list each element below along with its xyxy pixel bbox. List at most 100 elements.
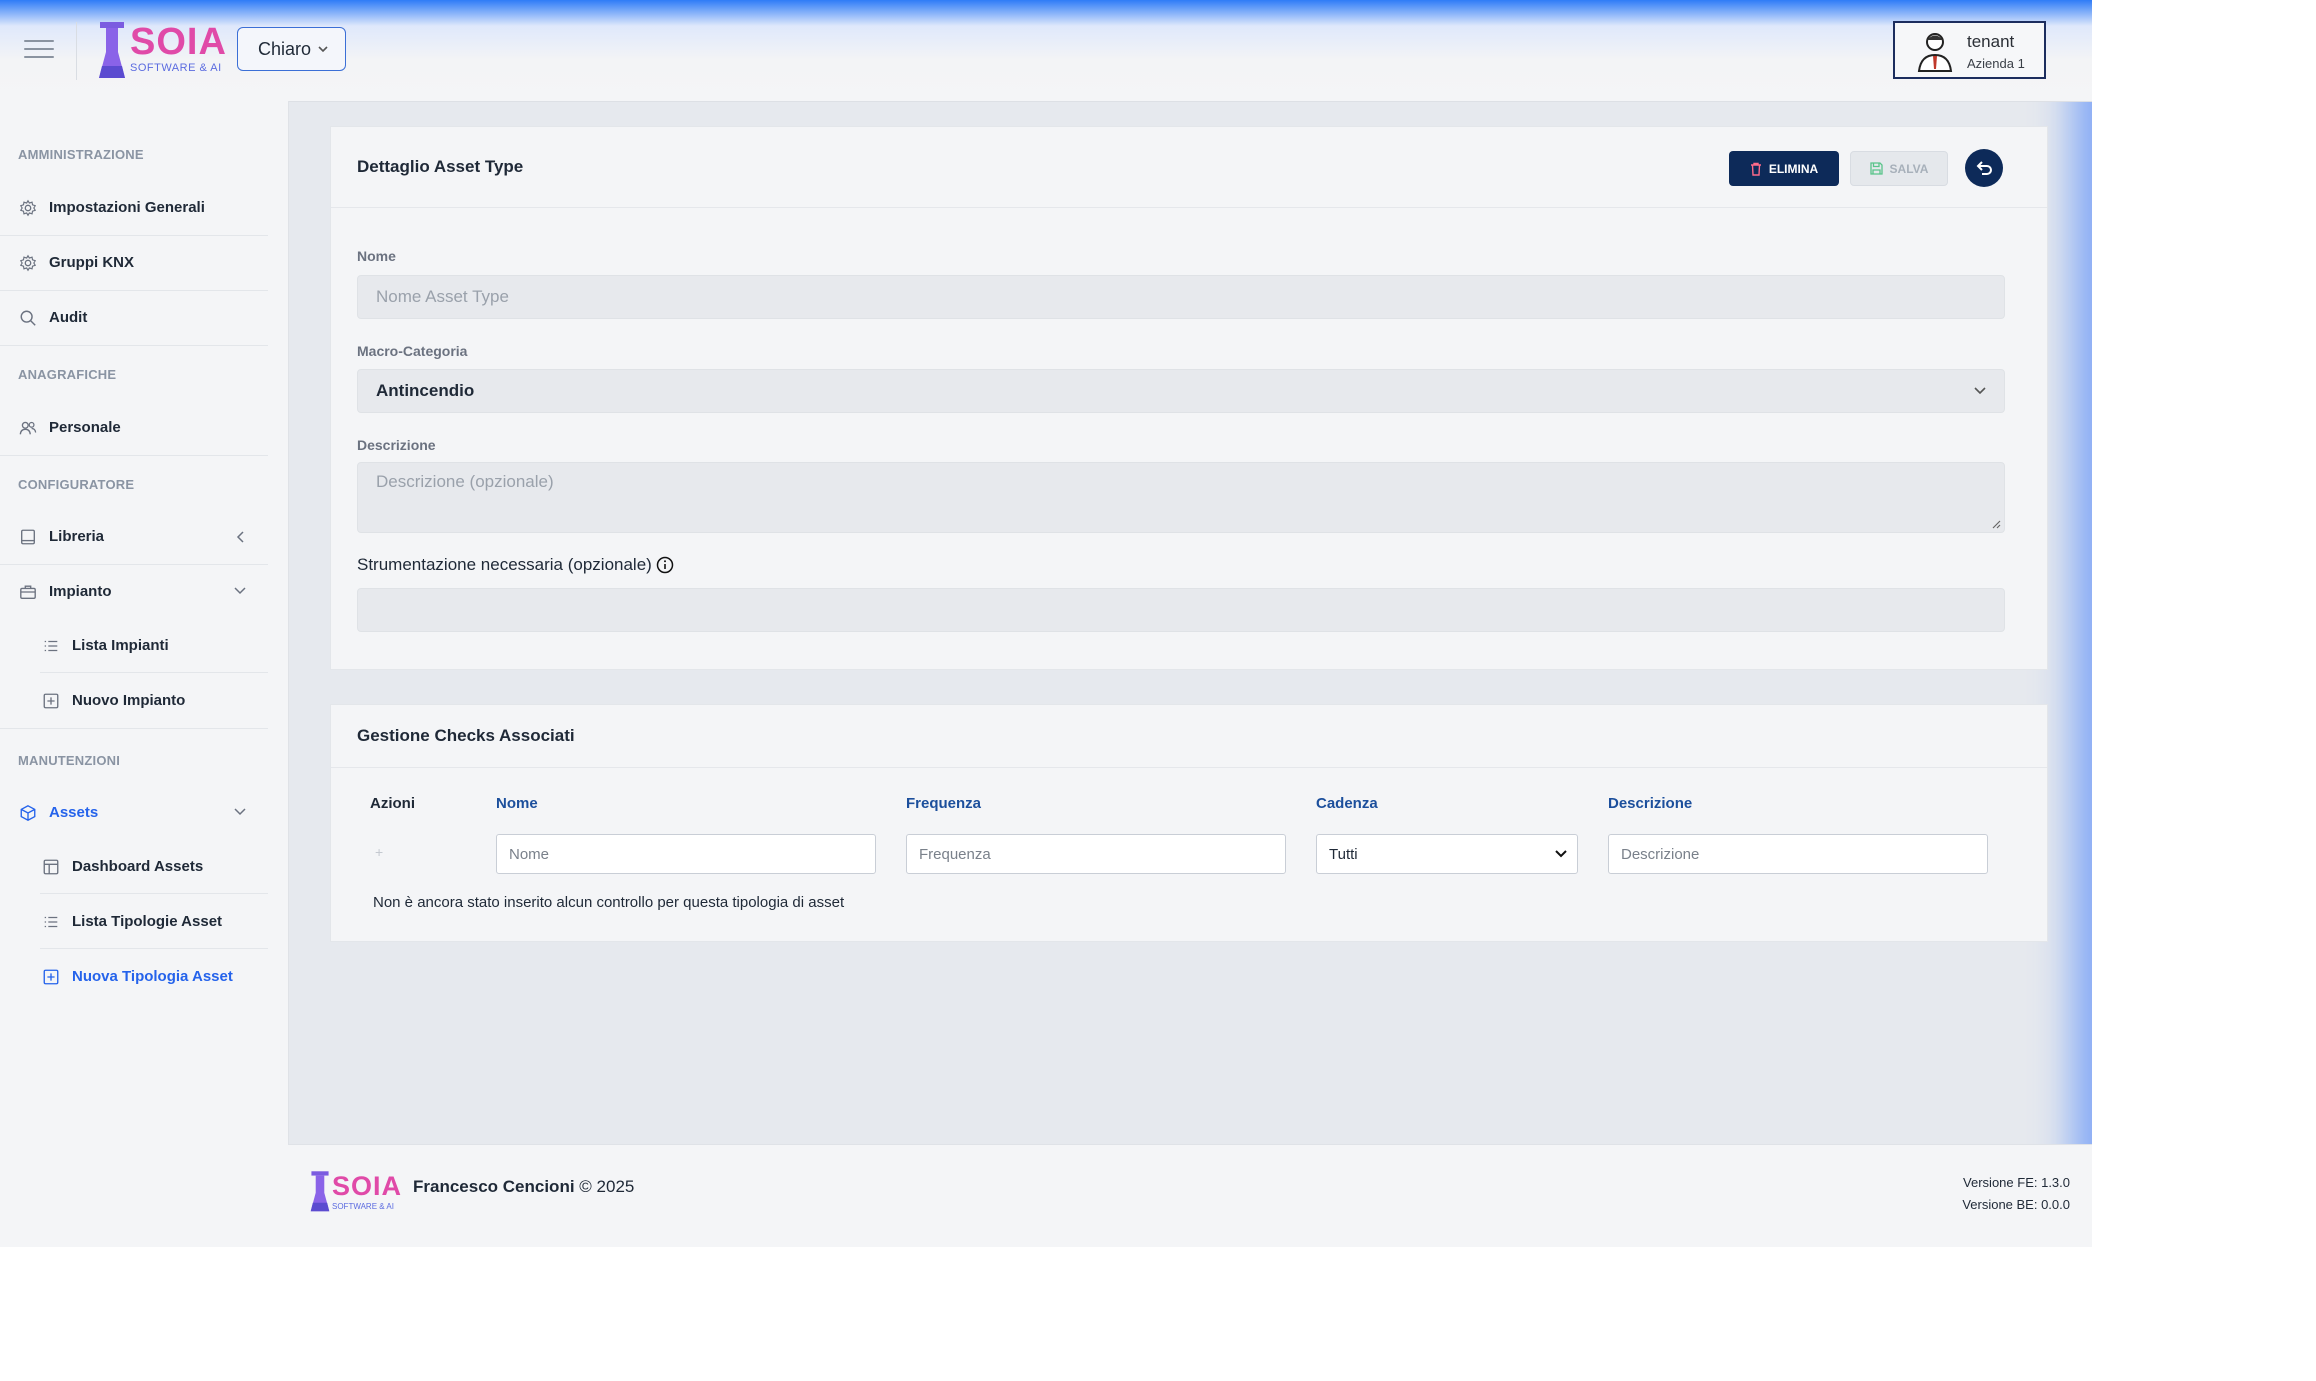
delete-button-label: ELIMINA [1768, 161, 1819, 176]
info-icon[interactable] [656, 556, 674, 574]
plus-square-icon [43, 969, 59, 985]
gear-icon [19, 199, 37, 217]
version-be: Versione BE: 0.0.0 [1962, 1197, 2070, 1212]
sidebar-item-label: Gruppi KNX [49, 254, 134, 271]
filter-frequenza-placeholder: Frequenza [919, 845, 991, 863]
layout-icon [43, 859, 59, 875]
divider [76, 22, 77, 80]
sidebar-item-personale[interactable]: Personale [0, 401, 268, 456]
user-menu[interactable]: tenant Azienda 1 [1893, 21, 2046, 79]
theme-select-value: Chiaro [258, 38, 312, 59]
flask-icon [99, 22, 125, 78]
sidebar-item-libreria[interactable]: Libreria [0, 510, 268, 565]
sidebar-item-impostazioni[interactable]: Impostazioni Generali [0, 181, 268, 236]
save-button[interactable]: SALVA [1850, 151, 1948, 186]
sidebar-item-lista-tipologie[interactable]: Lista Tipologie Asset [0, 895, 268, 949]
column-header-cadenza[interactable]: Cadenza [1316, 795, 1378, 812]
filter-cadenza-select[interactable]: Tutti [1316, 834, 1578, 874]
sidebar-item-impianto[interactable]: Impianto [0, 565, 268, 619]
macro-categoria-label: Macro-Categoria [357, 343, 468, 359]
card-header: Gestione Checks Associati [331, 705, 2047, 768]
resize-grip-icon[interactable] [1991, 519, 2001, 529]
asset-type-detail-card: Dettaglio Asset Type ELIMINA SALVA Nome … [330, 126, 2048, 670]
checks-card: Gestione Checks Associati Azioni Nome Fr… [330, 704, 2048, 942]
divider [40, 948, 268, 949]
strumentazione-input[interactable] [357, 588, 2005, 632]
avatar-icon [1917, 33, 1953, 72]
save-icon [1869, 162, 1883, 175]
add-check-button[interactable]: + [375, 844, 383, 860]
list-icon [44, 640, 58, 652]
sidebar-item-nuovo-impianto[interactable]: Nuovo Impianto [0, 674, 268, 729]
section-title-configuratore: CONFIGURATORE [18, 477, 135, 492]
chevron-left-icon [236, 531, 244, 543]
delete-button[interactable]: ELIMINA [1729, 151, 1839, 186]
sidebar-item-label: Lista Impianti [72, 637, 169, 654]
book-icon [21, 529, 35, 545]
sidebar-item-assets[interactable]: Assets [0, 786, 268, 840]
descrizione-label: Descrizione [357, 437, 436, 453]
list-icon [44, 916, 58, 928]
filter-descrizione-input[interactable]: Descrizione [1608, 834, 1988, 874]
filter-nome-input[interactable]: Nome [496, 834, 876, 874]
nome-input[interactable]: Nome Asset Type [357, 275, 2005, 319]
sidebar-item-gruppi-knx[interactable]: Gruppi KNX [0, 236, 268, 291]
footer-logo-text: SOIA [332, 1171, 403, 1201]
sidebar-item-label: Nuovo Impianto [72, 692, 186, 709]
author-name: Francesco Cencioni [413, 1177, 575, 1196]
theme-select[interactable]: Chiaro [237, 27, 346, 71]
copyright: Francesco Cencioni © 2025 [413, 1177, 634, 1197]
app-logo[interactable]: SOIA SOFTWARE & AI [98, 20, 226, 80]
strumentazione-label: Strumentazione necessaria (opzionale) [357, 555, 674, 575]
descrizione-placeholder: Descrizione (opzionale) [376, 472, 554, 491]
back-button[interactable] [1965, 149, 2003, 187]
sidebar-item-lista-impianti[interactable]: Lista Impianti [0, 619, 268, 673]
column-header-azioni: Azioni [370, 795, 415, 812]
divider [40, 672, 268, 673]
filter-frequenza-input[interactable]: Frequenza [906, 834, 1286, 874]
descrizione-textarea[interactable]: Descrizione (opzionale) [357, 462, 2005, 533]
sidebar-item-label: Nuova Tipologia Asset [72, 968, 233, 985]
sidebar-item-label: Impianto [49, 583, 112, 600]
column-header-nome[interactable]: Nome [496, 795, 538, 812]
filter-nome-placeholder: Nome [509, 845, 550, 863]
logo-text: SOIA [130, 21, 227, 63]
sidebar-item-nuova-tipologia[interactable]: Nuova Tipologia Asset [0, 950, 268, 1004]
sidebar-item-label: Impostazioni Generali [49, 199, 205, 216]
menu-toggle-icon[interactable] [24, 40, 54, 62]
section-title-admin: AMMINISTRAZIONE [18, 147, 144, 162]
sidebar-item-label: Audit [49, 309, 88, 326]
footer: SOIA SOFTWARE & AI Francesco Cencioni © … [288, 1144, 2092, 1247]
column-header-descrizione[interactable]: Descrizione [1608, 795, 1692, 812]
copyright-year: © 2025 [579, 1177, 635, 1196]
sidebar-item-label: Libreria [49, 528, 105, 545]
sidebar-item-label: Dashboard Assets [72, 858, 204, 875]
chevron-down-icon [1974, 387, 1986, 395]
undo-icon [1976, 161, 1992, 175]
strumentazione-label-text: Strumentazione necessaria (opzionale) [357, 555, 652, 574]
column-header-frequenza[interactable]: Frequenza [906, 795, 981, 812]
app-window: SOIA SOFTWARE & AI Chiaro tenant Azienda… [0, 0, 2092, 1247]
sidebar-item-dashboard-assets[interactable]: Dashboard Assets [0, 840, 268, 894]
briefcase-icon [20, 585, 36, 599]
version-info: Versione FE: 1.3.0 Versione BE: 0.0.0 [1962, 1172, 2070, 1216]
sidebar-item-label: Lista Tipologie Asset [72, 913, 223, 930]
plus-square-icon [43, 693, 59, 709]
filter-descrizione-placeholder: Descrizione [1621, 845, 1700, 863]
empty-table-message: Non è ancora stato inserito alcun contro… [373, 894, 845, 911]
checks-title: Gestione Checks Associati [357, 726, 575, 745]
cube-icon [20, 805, 36, 821]
section-title-manutenzioni: MANUTENZIONI [18, 753, 121, 768]
card-header: Dettaglio Asset Type ELIMINA SALVA [331, 127, 2047, 208]
user-name: tenant [1967, 32, 2015, 51]
user-company: Azienda 1 [1967, 56, 2025, 71]
nome-input-placeholder: Nome Asset Type [376, 287, 509, 306]
chevron-down-icon [318, 46, 328, 53]
version-fe: Versione FE: 1.3.0 [1963, 1175, 2070, 1190]
sidebar-item-label: Assets [49, 804, 99, 821]
sidebar-item-audit[interactable]: Audit [0, 291, 268, 346]
chevron-down-icon [234, 587, 246, 595]
footer-logo-subtitle: SOFTWARE & AI [332, 1202, 394, 1211]
section-title-anagrafiche: ANAGRAFICHE [18, 367, 117, 382]
macro-categoria-select[interactable]: Antincendio [357, 369, 2005, 413]
